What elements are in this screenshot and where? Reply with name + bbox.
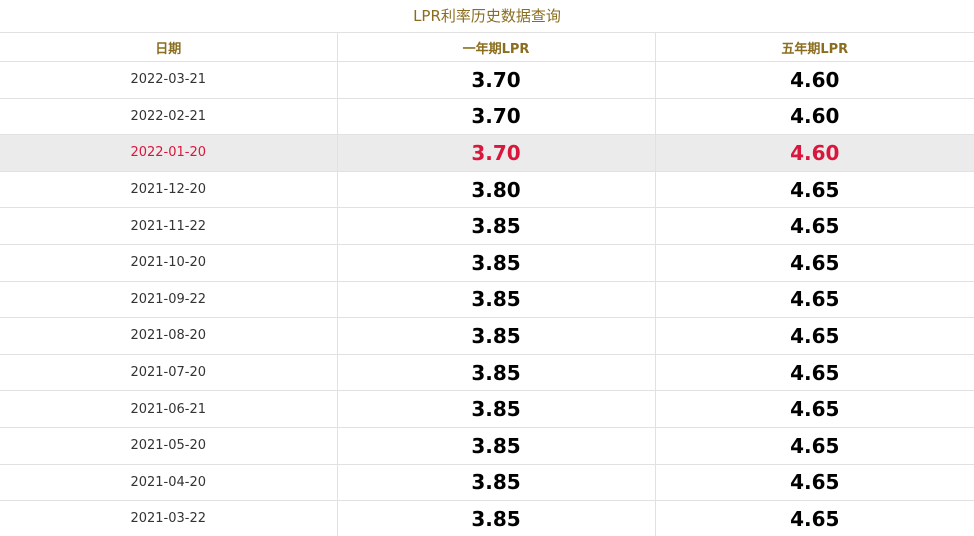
page-title: LPR利率历史数据查询	[413, 7, 561, 25]
date-cell: 2021-11-22	[0, 207, 338, 245]
one-year-lpr-cell: 3.85	[336, 463, 656, 502]
date-cell: 2021-08-20	[0, 317, 338, 355]
five-year-lpr-cell: 4.65	[654, 390, 974, 428]
one-year-lpr-cell: 3.85	[336, 280, 656, 319]
one-year-lpr-cell: 3.70	[336, 134, 656, 172]
one-year-lpr-cell: 3.85	[336, 243, 656, 282]
five-year-lpr-cell: 4.65	[654, 243, 974, 282]
one-year-lpr-cell: 3.85	[336, 390, 656, 428]
one-year-lpr-cell: 3.85	[336, 353, 656, 392]
table-row[interactable]: 2022-03-21 3.70 4.60	[0, 61, 974, 99]
one-year-lpr-cell: 3.70	[336, 97, 656, 136]
five-year-lpr-cell: 4.65	[654, 463, 974, 502]
table-row[interactable]: 2021-04-20 3.85 4.65	[0, 463, 974, 502]
table-row[interactable]: 2021-05-20 3.85 4.65	[0, 426, 974, 465]
column-header-five-year-lpr: 五年期LPR	[654, 32, 974, 62]
column-header-date: 日期	[0, 32, 338, 62]
one-year-lpr-cell: 3.85	[336, 317, 656, 355]
one-year-lpr-cell: 3.85	[336, 426, 656, 465]
five-year-lpr-cell: 4.60	[654, 61, 974, 99]
date-cell: 2021-06-21	[0, 390, 338, 428]
five-year-lpr-cell: 4.65	[654, 317, 974, 355]
table-row[interactable]: 2021-07-20 3.85 4.65	[0, 353, 974, 392]
table-row[interactable]: 2021-03-22 3.85 4.65	[0, 500, 974, 536]
table-header-row: 日期 一年期LPR 五年期LPR	[0, 32, 974, 62]
one-year-lpr-cell: 3.85	[336, 500, 656, 536]
date-cell: 2021-09-22	[0, 280, 338, 319]
table-row[interactable]: 2021-10-20 3.85 4.65	[0, 243, 974, 282]
five-year-lpr-cell: 4.65	[654, 426, 974, 465]
date-cell: 2021-05-20	[0, 426, 338, 465]
one-year-lpr-cell: 3.85	[336, 207, 656, 245]
date-cell: 2022-03-21	[0, 61, 338, 99]
date-cell: 2021-03-22	[0, 500, 338, 536]
table-row[interactable]: 2021-06-21 3.85 4.65	[0, 390, 974, 428]
five-year-lpr-cell: 4.65	[654, 207, 974, 245]
five-year-lpr-cell: 4.65	[654, 170, 974, 209]
date-cell: 2021-07-20	[0, 353, 338, 392]
table-row[interactable]: 2021-08-20 3.85 4.65	[0, 317, 974, 355]
date-cell: 2021-12-20	[0, 170, 338, 209]
lpr-history-table: 日期 一年期LPR 五年期LPR 2022-03-21 3.70 4.60 2022-…	[0, 32, 974, 536]
one-year-lpr-cell: 3.80	[336, 170, 656, 209]
date-cell: 2022-01-20	[0, 134, 338, 172]
date-cell: 2021-04-20	[0, 463, 338, 502]
five-year-lpr-cell: 4.65	[654, 500, 974, 536]
column-header-one-year-lpr: 一年期LPR	[336, 32, 656, 62]
five-year-lpr-cell: 4.60	[654, 134, 974, 172]
table-row[interactable]: 2021-11-22 3.85 4.65	[0, 207, 974, 245]
five-year-lpr-cell: 4.65	[654, 353, 974, 392]
five-year-lpr-cell: 4.65	[654, 280, 974, 319]
table-row[interactable]: 2022-01-20 3.70 4.60	[0, 134, 974, 172]
table-row[interactable]: 2021-09-22 3.85 4.65	[0, 280, 974, 319]
one-year-lpr-cell: 3.70	[336, 61, 656, 99]
five-year-lpr-cell: 4.60	[654, 97, 974, 136]
table-row[interactable]: 2022-02-21 3.70 4.60	[0, 97, 974, 136]
table-row[interactable]: 2021-12-20 3.80 4.65	[0, 170, 974, 209]
date-cell: 2022-02-21	[0, 97, 338, 136]
date-cell: 2021-10-20	[0, 243, 338, 282]
